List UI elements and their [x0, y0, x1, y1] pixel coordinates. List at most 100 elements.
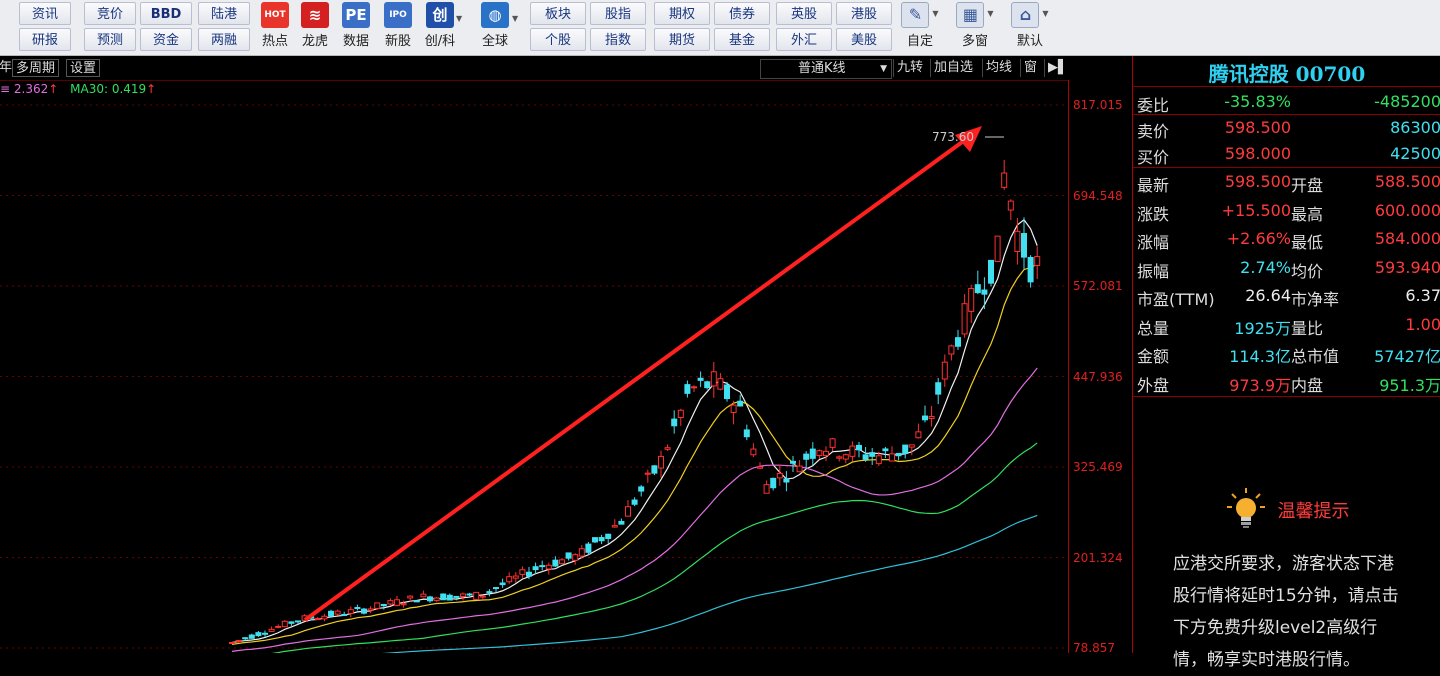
ipo-tool[interactable]: IPO 新股 [378, 2, 418, 53]
candle [889, 453, 895, 462]
toolbar-button-1[interactable]: 竞价 [84, 2, 136, 25]
toolbar-button-r2-1[interactable]: 预测 [84, 28, 136, 51]
candle [638, 486, 645, 492]
quote-value: +2.66% [1226, 229, 1291, 248]
sell-label: 卖价 [1137, 122, 1170, 141]
candle [295, 620, 301, 623]
market-button-4[interactable]: 英股 [776, 2, 832, 25]
chevron-down-icon[interactable]: ▼ [932, 9, 938, 18]
toolbar-icon-label: 龙虎 [301, 34, 328, 49]
quote-row: 涨幅 +2.66% 最低 584.000 [1133, 225, 1440, 253]
collapse-panel-icon[interactable]: ▶▌ [1044, 59, 1071, 77]
candle [262, 632, 268, 635]
chevron-down-icon[interactable]: ▼ [512, 14, 518, 23]
jiuzhuan-button[interactable]: 九转 [893, 59, 926, 77]
chuang-tool[interactable]: 创创/科 [420, 2, 460, 53]
candle [1014, 230, 1021, 253]
chevron-down-icon[interactable]: ▼ [1042, 9, 1048, 18]
market-button-2[interactable]: 期权 [654, 2, 710, 25]
multi-window-tool[interactable]: ▦ ▼ 多窗 [953, 2, 997, 53]
chevron-down-icon[interactable]: ▼ [456, 14, 462, 23]
market-button-r2-3[interactable]: 基金 [714, 28, 770, 51]
candle [1001, 172, 1008, 188]
toolbar-button-r2-3[interactable]: 两融 [198, 28, 250, 51]
candle [684, 384, 691, 394]
candle [255, 632, 262, 637]
market-button-5[interactable]: 港股 [836, 2, 892, 25]
sell-volume: 86300 [1390, 118, 1440, 137]
market-button-1[interactable]: 股指 [590, 2, 646, 25]
stock-title: 腾讯控股 00700 [1208, 62, 1366, 86]
candle [935, 382, 942, 395]
window-button[interactable]: 窗 [1020, 59, 1040, 77]
candle [585, 543, 592, 553]
longhu-tool[interactable]: ≋ 龙虎 [295, 2, 335, 53]
data-tool[interactable]: PE 数据 [336, 2, 376, 53]
quote-value: 114.3亿 [1229, 347, 1291, 366]
quote-row: 涨跌 +15.500 最高 600.000 [1133, 197, 1440, 225]
candle [413, 600, 420, 603]
toolbar-button-r2-0[interactable]: 研报 [19, 28, 71, 51]
home-tool[interactable]: ⌂ ▼ 默认 [1008, 2, 1052, 53]
candle [961, 303, 968, 335]
trend-arrow-line [303, 138, 967, 622]
candle [235, 639, 242, 642]
toolbar-button-2[interactable]: BBD [140, 2, 192, 25]
chevron-down-icon[interactable]: ▼ [987, 9, 993, 18]
candle [321, 615, 328, 620]
quote-value: +15.500 [1221, 200, 1291, 220]
globe-tool[interactable]: ◍ 全球 [475, 2, 515, 53]
market-button-3[interactable]: 债券 [714, 2, 770, 25]
toolbar-icon-label: 默认 [1016, 34, 1043, 49]
quote-label: 均价 [1291, 261, 1324, 281]
custom-tool[interactable]: ✎ ▼ 自定 [898, 2, 942, 53]
add-watchlist-button[interactable]: 加自选 [930, 59, 976, 77]
candle [229, 641, 235, 644]
tab-multi-period[interactable]: 多周期 [12, 59, 60, 77]
quote-label: 量比 [1291, 318, 1324, 338]
price-axis-label: 817.015 [1073, 98, 1123, 112]
candle [776, 472, 783, 479]
data-icon: PE [342, 2, 370, 28]
candle [948, 345, 955, 355]
candle [526, 571, 532, 577]
toolbar-button-3[interactable]: 陆港 [198, 2, 250, 25]
candle [400, 603, 407, 606]
quote-label: 涨幅 [1137, 233, 1170, 252]
candle [314, 618, 321, 621]
market-button-r2-2[interactable]: 期货 [654, 28, 710, 51]
ma-button[interactable]: 均线 [982, 59, 1015, 77]
market-button-r2-4[interactable]: 外汇 [776, 28, 832, 51]
quote-row: 市盈(TTM) 26.64 市净率 6.37 [1133, 282, 1440, 310]
candle [651, 465, 658, 474]
candle [1027, 257, 1034, 283]
toolbar-button-0[interactable]: 资讯 [19, 2, 71, 25]
tab-settings[interactable]: 设置 [66, 59, 101, 77]
market-button-r2-5[interactable]: 美股 [836, 28, 892, 51]
candle [598, 537, 605, 542]
candle [895, 452, 902, 457]
candle [737, 400, 744, 407]
candle [248, 634, 255, 639]
toolbar-button-r2-2[interactable]: 资金 [140, 28, 192, 51]
candle [704, 381, 711, 389]
kline-type-select[interactable]: 普通K线 ▼ [760, 59, 892, 79]
hot-tool[interactable]: HOT 热点 [255, 2, 295, 53]
candle [882, 448, 889, 452]
weibi-label: 委比 [1137, 96, 1170, 115]
quote-value: 598.500 [1224, 172, 1291, 191]
candle [717, 378, 724, 390]
candle [743, 429, 750, 438]
market-button-0[interactable]: 板块 [530, 2, 586, 25]
candle [559, 559, 565, 565]
candle [347, 609, 354, 614]
market-button-r2-1[interactable]: 指数 [590, 28, 646, 51]
kline-chart[interactable]: 773.60 [0, 80, 1068, 653]
toolbar-icon-label: 自定 [906, 34, 933, 49]
candle [849, 445, 856, 457]
candle [486, 591, 493, 594]
quote-label: 市盈(TTM) [1137, 290, 1215, 309]
candle [691, 386, 697, 389]
market-button-r2-0[interactable]: 个股 [530, 28, 586, 51]
quote-value: 2.74% [1240, 257, 1291, 277]
